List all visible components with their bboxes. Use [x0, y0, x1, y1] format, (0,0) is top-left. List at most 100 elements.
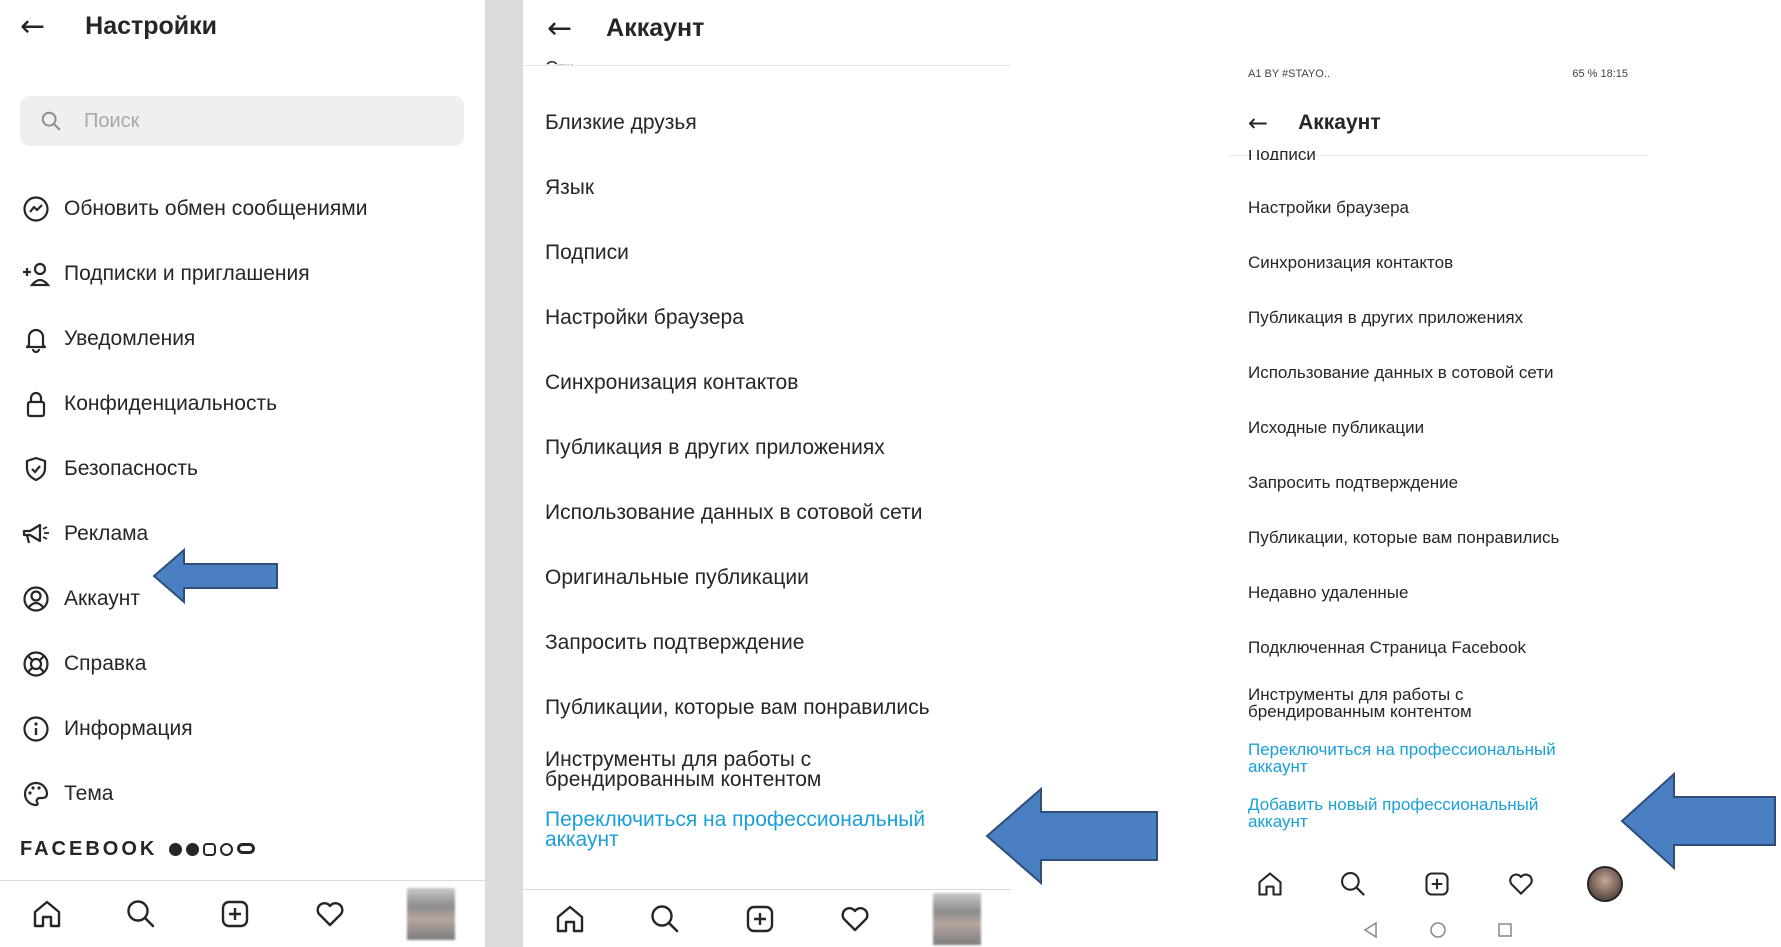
whatsapp-small-icon	[220, 843, 234, 856]
branded-content-tools-item[interactable]: Инструменты для работы с брендированным …	[1248, 675, 1508, 730]
instagram-small-icon	[203, 843, 217, 856]
status-carrier: A1 BY #STAYO..	[1248, 68, 1330, 80]
list-item[interactable]: Использование данных в сотовой сети	[1248, 345, 1638, 400]
list-item[interactable]: Недавно удаленные	[1248, 565, 1638, 620]
menu-item-follow-invite[interactable]: Подписки и приглашения	[20, 241, 367, 306]
home-icon[interactable]	[553, 902, 587, 936]
info-icon	[20, 713, 52, 745]
list-item[interactable]: Публикация в других приложениях	[1248, 290, 1638, 345]
back-arrow-icon[interactable]: ←	[20, 9, 45, 44]
menu-item-messaging[interactable]: Обновить обмен сообщениями	[20, 176, 367, 241]
search-tab-icon[interactable]	[648, 902, 682, 936]
account-options-list: Близкие друзья Язык Подписи Настройки бр…	[545, 90, 1005, 860]
menu-item-label: Информация	[64, 716, 193, 740]
pointer-arrow	[152, 548, 278, 604]
menu-item-label: Аккаунт	[64, 586, 141, 610]
list-item[interactable]: Настройки браузера	[1248, 180, 1638, 235]
facebook-wordmark: FACEBOOK	[20, 838, 158, 860]
menu-item-notifications[interactable]: Уведомления	[20, 306, 367, 371]
home-icon[interactable]	[30, 897, 64, 931]
account-header: ← Аккаунт	[1228, 105, 1648, 141]
menu-item-theme[interactable]: Тема	[20, 761, 367, 826]
menu-item-about[interactable]: Информация	[20, 696, 367, 761]
bottom-tab-bar	[1228, 856, 1648, 912]
account-panel: ← Аккаунт Стр... Близкие друзья Язык Под…	[523, 0, 1011, 947]
list-item[interactable]: Публикации, которые вам понравились	[545, 675, 1005, 740]
list-item-partial: Стр...	[545, 58, 592, 78]
menu-item-label: Тема	[64, 781, 114, 805]
menu-item-label: Подписки и приглашения	[64, 261, 310, 285]
list-item[interactable]: Подключенная Страница Facebook	[1248, 620, 1638, 675]
list-item[interactable]: Язык	[545, 155, 1005, 220]
menu-item-privacy[interactable]: Конфиденциальность	[20, 371, 367, 436]
menu-item-label: Обновить обмен сообщениями	[64, 196, 368, 220]
branded-content-tools-item[interactable]: Инструменты для работы с брендированным …	[545, 740, 865, 800]
heart-icon[interactable]	[313, 897, 347, 931]
heart-icon[interactable]	[1504, 867, 1538, 901]
heart-icon[interactable]	[838, 902, 872, 936]
switch-to-professional-link[interactable]: Переключиться на профессиональный аккаун…	[1248, 730, 1588, 785]
search-tab-icon[interactable]	[1336, 867, 1370, 901]
shield-icon	[20, 453, 52, 485]
settings-header: ← Настройки	[0, 6, 485, 46]
profile-avatar[interactable]	[1587, 866, 1624, 902]
add-professional-account-link[interactable]: Добавить новый профессиональный аккаунт	[1248, 785, 1588, 840]
pointer-arrow	[985, 787, 1158, 885]
back-arrow-icon[interactable]: ←	[547, 11, 572, 46]
list-item[interactable]: Синхронизация контактов	[1248, 235, 1638, 290]
search-placeholder: Поиск	[84, 109, 140, 132]
switch-to-professional-link[interactable]: Переключиться на профессиональный аккаун…	[545, 800, 965, 860]
list-item[interactable]: Настройки браузера	[545, 285, 1005, 350]
list-item[interactable]: Публикация в других приложениях	[545, 415, 1005, 480]
nav-back-icon[interactable]	[1362, 921, 1380, 939]
search-tab-icon[interactable]	[124, 897, 158, 931]
account-panel-android: A1 BY #STAYO.. 65 % 18:15 ← Аккаунт Подп…	[1228, 0, 1648, 947]
search-input[interactable]: Поиск	[20, 96, 464, 146]
list-item[interactable]: Запросить подтверждение	[1248, 455, 1638, 510]
list-item[interactable]: Исходные публикации	[1248, 400, 1638, 455]
search-icon	[41, 111, 61, 131]
list-item[interactable]: Подписи	[545, 220, 1005, 285]
bell-icon	[20, 323, 52, 355]
panel-divider	[485, 0, 523, 947]
list-item[interactable]: Синхронизация контактов	[545, 350, 1005, 415]
home-icon[interactable]	[1253, 867, 1287, 901]
list-item[interactable]: Близкие друзья	[545, 90, 1005, 155]
create-post-icon[interactable]	[1420, 867, 1454, 901]
settings-menu: Обновить обмен сообщениями Подписки и пр…	[20, 176, 367, 826]
nav-recents-icon[interactable]	[1496, 921, 1514, 939]
list-item[interactable]: Публикации, которые вам понравились	[1248, 510, 1638, 565]
bottom-tab-bar	[0, 880, 485, 947]
profile-avatar[interactable]	[932, 892, 981, 945]
menu-item-security[interactable]: Безопасность	[20, 436, 367, 501]
create-post-icon[interactable]	[743, 902, 777, 936]
menu-item-label: Справка	[64, 651, 147, 675]
lock-icon	[20, 388, 52, 420]
menu-item-label: Уведомления	[64, 326, 196, 350]
profile-avatar[interactable]	[406, 888, 455, 940]
user-circle-icon	[20, 583, 52, 615]
status-bar: A1 BY #STAYO.. 65 % 18:15	[1248, 68, 1628, 80]
lifebuoy-icon	[20, 648, 52, 680]
list-item[interactable]: Использование данных в сотовой сети	[545, 480, 1005, 545]
list-item[interactable]: Запросить подтверждение	[545, 610, 1005, 675]
menu-item-label: Реклама	[64, 521, 149, 545]
menu-item-label: Безопасность	[64, 456, 198, 480]
account-options-list: Настройки браузера Синхронизация контакт…	[1248, 180, 1638, 840]
menu-item-label: Конфиденциальность	[64, 391, 278, 415]
settings-panel: ← Настройки Поиск Обновить обмен сообщен…	[0, 0, 485, 947]
header-divider	[523, 65, 1011, 66]
page-title: Аккаунт	[606, 13, 705, 42]
messenger-icon	[20, 193, 52, 225]
messenger-small-icon	[186, 843, 200, 856]
facebook-apps-icons	[169, 843, 256, 856]
oculus-small-icon	[237, 843, 256, 854]
status-battery-time: 65 % 18:15	[1572, 68, 1628, 80]
list-item[interactable]: Оригинальные публикации	[545, 545, 1005, 610]
create-post-icon[interactable]	[218, 897, 252, 931]
back-arrow-icon[interactable]: ←	[1248, 109, 1268, 137]
bottom-tab-bar	[523, 889, 1011, 947]
facebook-footer: FACEBOOK	[20, 838, 256, 861]
menu-item-help[interactable]: Справка	[20, 631, 367, 696]
nav-home-icon[interactable]	[1429, 921, 1447, 939]
